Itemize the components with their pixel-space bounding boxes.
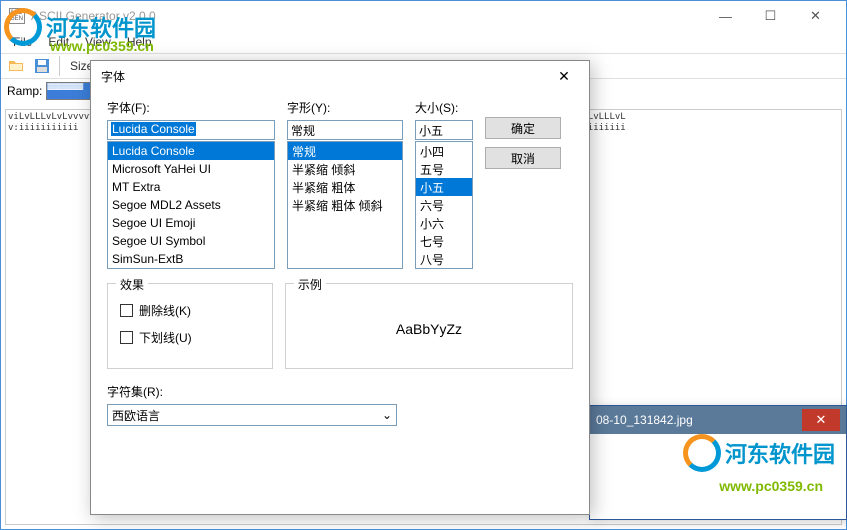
preview-close-button[interactable]: ✕: [802, 409, 840, 431]
list-item[interactable]: 小六: [416, 214, 472, 232]
list-item[interactable]: Microsoft YaHei UI: [108, 160, 274, 178]
list-item[interactable]: Lucida Console: [108, 142, 274, 160]
font-list[interactable]: Lucida ConsoleMicrosoft YaHei UIMT Extra…: [107, 141, 275, 269]
list-item[interactable]: 五号: [416, 160, 472, 178]
watermark-text-2: 河东软件园: [725, 437, 835, 469]
list-item[interactable]: SimSun-ExtB: [108, 250, 274, 268]
window-controls: — ☐ ✕: [703, 2, 838, 30]
strikeout-label: 删除线(K): [139, 302, 191, 319]
list-item[interactable]: 六号: [416, 196, 472, 214]
font-dialog-titlebar: 字体 ✕: [91, 61, 589, 91]
save-icon[interactable]: [31, 55, 53, 77]
watermark-url-2: www.pc0359.cn: [719, 478, 823, 494]
list-item[interactable]: 半紧缩 粗体: [288, 178, 402, 196]
list-item[interactable]: MT Extra: [108, 178, 274, 196]
underline-checkbox[interactable]: [120, 331, 133, 344]
ok-button[interactable]: 确定: [485, 117, 561, 139]
list-item[interactable]: 七号: [416, 232, 472, 250]
preview-title: 08-10_131842.jpg: [596, 413, 693, 427]
sample-text: AaBbYyZz: [396, 321, 462, 337]
watermark-logo-2: 河东软件园: [679, 430, 835, 476]
size-input[interactable]: 小五: [415, 120, 473, 140]
close-button[interactable]: ✕: [793, 2, 838, 30]
size-list[interactable]: 小四五号小五六号小六七号八号: [415, 141, 473, 269]
ramp-label: Ramp:: [7, 84, 42, 98]
maximize-button[interactable]: ☐: [748, 2, 793, 30]
charset-value: 西欧语言: [112, 407, 160, 424]
sample-group: 示例 AaBbYyZz: [285, 283, 573, 369]
minimize-button[interactable]: —: [703, 2, 748, 30]
cancel-button[interactable]: 取消: [485, 147, 561, 169]
font-dialog-title: 字体: [101, 68, 125, 85]
list-item[interactable]: 八号: [416, 250, 472, 268]
watermark-logo: 河东软件园: [0, 4, 156, 50]
font-input[interactable]: Lucida Console: [107, 120, 275, 140]
sample-title: 示例: [294, 276, 326, 293]
list-item[interactable]: Segoe MDL2 Assets: [108, 196, 274, 214]
list-item[interactable]: 半紧缩 倾斜: [288, 160, 402, 178]
list-item[interactable]: 小五: [416, 178, 472, 196]
effects-group: 效果 删除线(K) 下划线(U): [107, 283, 273, 369]
style-label: 字形(Y):: [287, 99, 403, 116]
toolbar-separator: [59, 56, 60, 76]
strikeout-checkbox-row[interactable]: 删除线(K): [120, 302, 260, 319]
strikeout-checkbox[interactable]: [120, 304, 133, 317]
chevron-down-icon: ⌄: [382, 408, 392, 422]
list-item[interactable]: 小四: [416, 142, 472, 160]
open-icon[interactable]: [5, 55, 27, 77]
underline-checkbox-row[interactable]: 下划线(U): [120, 329, 260, 346]
logo-icon: [0, 4, 46, 50]
style-input[interactable]: 常规: [287, 120, 403, 140]
list-item[interactable]: Segoe UI Symbol: [108, 232, 274, 250]
list-item[interactable]: 常规: [288, 142, 402, 160]
underline-label: 下划线(U): [139, 329, 192, 346]
style-list[interactable]: 常规半紧缩 倾斜半紧缩 粗体半紧缩 粗体 倾斜: [287, 141, 403, 269]
list-item[interactable]: 半紧缩 粗体 倾斜: [288, 196, 402, 214]
logo-icon-2: [679, 430, 725, 476]
font-dialog: 字体 ✕ 字体(F): Lucida Console Lucida Consol…: [90, 60, 590, 515]
size-label: 大小(S):: [415, 99, 473, 116]
font-dialog-close-button[interactable]: ✕: [549, 64, 579, 88]
font-label: 字体(F):: [107, 99, 275, 116]
charset-label: 字符集(R):: [107, 383, 573, 400]
charset-select[interactable]: 西欧语言 ⌄: [107, 404, 397, 426]
list-item[interactable]: Segoe UI Emoji: [108, 214, 274, 232]
watermark-text: 河东软件园: [46, 11, 156, 43]
effects-title: 效果: [116, 276, 148, 293]
